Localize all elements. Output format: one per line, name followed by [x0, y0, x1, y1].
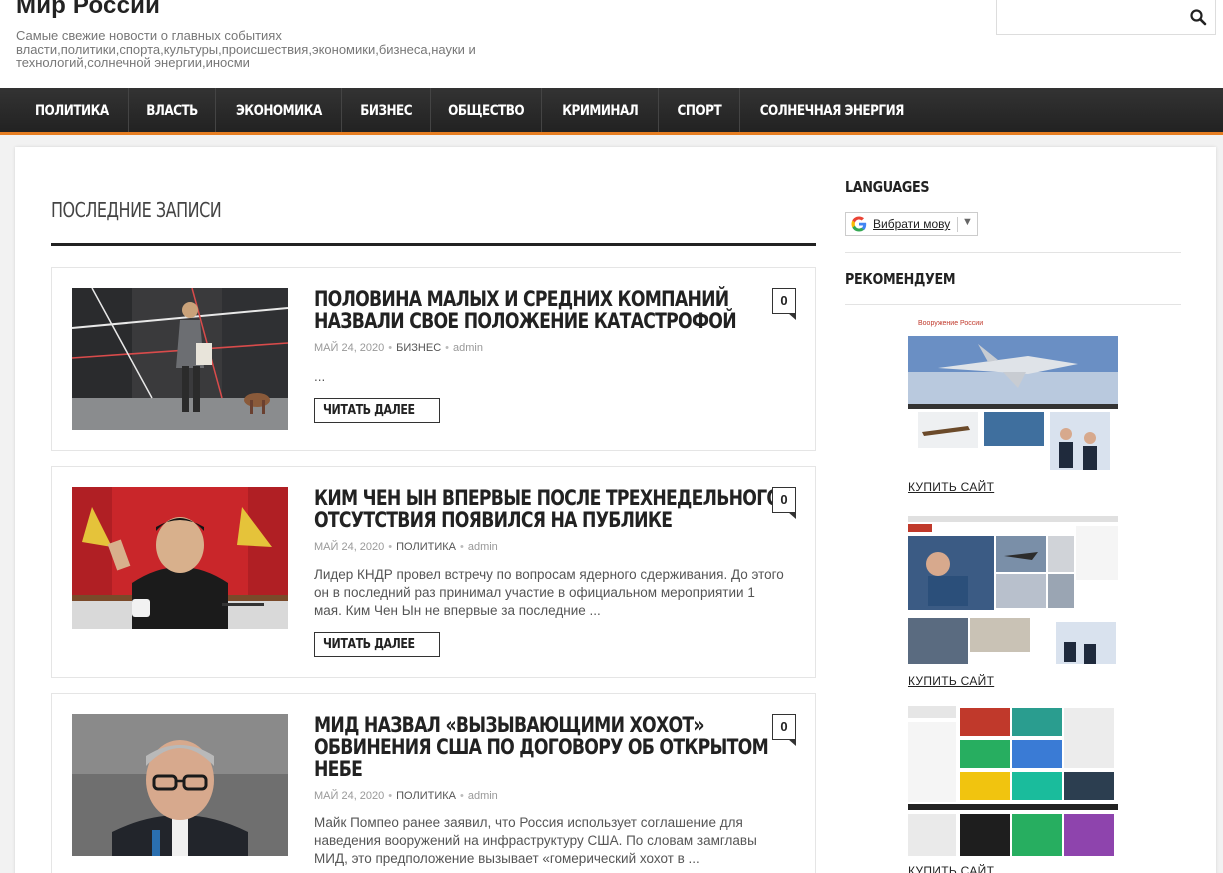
- buy-site-link[interactable]: КУПИТЬ САЙТ: [908, 864, 994, 873]
- site-header: Мир России Самые свежие новости о главны…: [0, 0, 1223, 88]
- post-title[interactable]: ПОЛОВИНА МАЛЫХ И СРЕДНИХ КОМПАНИЙ НАЗВАЛ…: [314, 288, 754, 332]
- post-category[interactable]: ПОЛИТИКА: [396, 541, 456, 553]
- nav-item-solar-energy[interactable]: СОЛНЕЧНАЯ ЭНЕРГИЯ: [740, 88, 924, 132]
- site-description: Самые свежие новости о главных событиях …: [16, 28, 476, 70]
- post-date: МАЙ 24, 2020: [314, 342, 385, 354]
- nav-item-power[interactable]: ВЛАСТЬ: [129, 88, 216, 132]
- post-category[interactable]: ПОЛИТИКА: [396, 790, 456, 802]
- main-nav: ПОЛИТИКА ВЛАСТЬ ЭКОНОМИКА БИЗНЕС ОБЩЕСТВ…: [0, 88, 1223, 135]
- post-card: КИМ ЧЕН ЫН ВПЕРВЫЕ ПОСЛЕ ТРЕХНЕДЕЛЬНОГО …: [51, 466, 816, 678]
- post-meta: МАЙ 24, 2020 • ПОЛИТИКА • admin: [314, 790, 498, 802]
- site-title[interactable]: Мир России: [16, 0, 160, 20]
- dropdown-arrow-icon: ▼: [962, 216, 973, 228]
- comment-count[interactable]: 0: [772, 288, 796, 320]
- nav-item-criminal[interactable]: КРИМИНАЛ: [542, 88, 659, 132]
- promo-image-2[interactable]: [908, 516, 1118, 666]
- widget-divider: [845, 252, 1181, 253]
- promo-image-1[interactable]: Вооружение России: [908, 316, 1118, 472]
- post-meta: МАЙ 24, 2020 • ПОЛИТИКА • admin: [314, 541, 498, 553]
- buy-site-link[interactable]: КУПИТЬ САЙТ: [908, 480, 994, 494]
- post-author[interactable]: admin: [468, 790, 498, 802]
- post-excerpt: Майк Помпео ранее заявил, что Россия исп…: [314, 815, 757, 866]
- post-date: МАЙ 24, 2020: [314, 790, 385, 802]
- read-more-button[interactable]: ЧИТАТЬ ДАЛЕЕ: [314, 632, 440, 657]
- nav-item-politics[interactable]: ПОЛИТИКА: [15, 88, 129, 132]
- post-card: МИД НАЗВАЛ «ВЫЗЫВАЮЩИМИ ХОХОТ» ОБВИНЕНИЯ…: [51, 693, 816, 873]
- languages-widget-title: LANGUAGES: [845, 178, 930, 196]
- post-thumbnail[interactable]: [72, 487, 288, 629]
- read-more-button[interactable]: ЧИТАТЬ ДАЛЕЕ: [314, 398, 440, 423]
- post-thumbnail[interactable]: [72, 714, 288, 856]
- post-author[interactable]: admin: [468, 541, 498, 553]
- post-category[interactable]: БИЗНЕС: [396, 342, 441, 354]
- nav-item-sport[interactable]: СПОРТ: [659, 88, 740, 132]
- section-title: ПОСЛЕДНИЕ ЗАПИСИ: [51, 198, 222, 222]
- post-thumbnail[interactable]: [72, 288, 288, 430]
- nav-item-economy[interactable]: ЭКОНОМИКА: [216, 88, 342, 132]
- comment-count[interactable]: 0: [772, 487, 796, 519]
- promo-image-3[interactable]: [908, 706, 1118, 858]
- search-icon[interactable]: [1189, 8, 1207, 26]
- post-title[interactable]: КИМ ЧЕН ЫН ВПЕРВЫЕ ПОСЛЕ ТРЕХНЕДЕЛЬНОГО …: [314, 487, 781, 531]
- nav-item-business[interactable]: БИЗНЕС: [342, 88, 431, 132]
- google-icon: [851, 216, 867, 232]
- post-meta: МАЙ 24, 2020 • БИЗНЕС • admin: [314, 342, 483, 354]
- post-excerpt: Лидер КНДР провел встречу по вопросам яд…: [314, 567, 784, 618]
- google-translate-select[interactable]: Вибрати мову ▼: [845, 212, 978, 236]
- nav-item-society[interactable]: ОБЩЕСТВО: [431, 88, 542, 132]
- promo-brand: Вооружение России: [918, 320, 983, 327]
- post-title[interactable]: МИД НАЗВАЛ «ВЫЗЫВАЮЩИМИ ХОХОТ» ОБВИНЕНИЯ…: [314, 714, 769, 780]
- section-divider: [51, 243, 816, 246]
- recommend-widget-title: РЕКОМЕНДУЕМ: [845, 270, 956, 288]
- post-author[interactable]: admin: [453, 342, 483, 354]
- post-card: ПОЛОВИНА МАЛЫХ И СРЕДНИХ КОМПАНИЙ НАЗВАЛ…: [51, 267, 816, 451]
- comment-count[interactable]: 0: [772, 714, 796, 746]
- post-excerpt: ...: [314, 369, 326, 384]
- widget-divider: [845, 304, 1181, 305]
- search-box: [996, 0, 1216, 35]
- post-date: МАЙ 24, 2020: [314, 541, 385, 553]
- translate-label: Вибрати мову: [873, 217, 951, 231]
- search-input[interactable]: [997, 0, 1177, 34]
- buy-site-link[interactable]: КУПИТЬ САЙТ: [908, 674, 994, 688]
